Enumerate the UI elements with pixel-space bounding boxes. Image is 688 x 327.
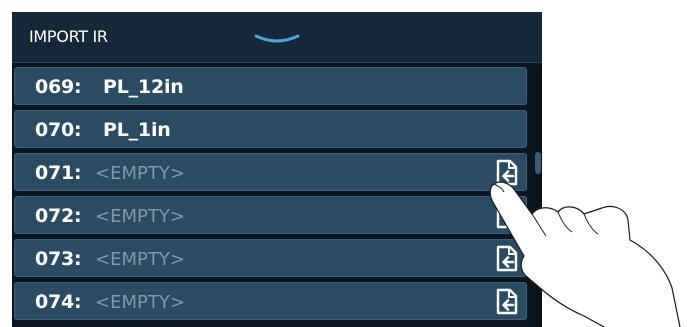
page-title: IMPORT IR <box>29 27 108 46</box>
slot-number: 072: <box>35 205 82 227</box>
ir-slot-row[interactable]: 070: PL_1in <box>14 110 527 148</box>
slot-name: PL_1in <box>103 119 171 141</box>
slot-empty-label: <EMPTY> <box>95 249 185 270</box>
ir-slot-row[interactable]: 069: PL_12in <box>14 67 527 105</box>
pointing-hand-icon <box>489 181 681 327</box>
slot-number: 074: <box>35 291 82 313</box>
slot-empty-label: <EMPTY> <box>95 292 185 313</box>
slot-number: 073: <box>35 248 82 270</box>
ir-slot-row[interactable]: 071: <EMPTY> <box>14 153 527 191</box>
slot-name: PL_12in <box>103 76 184 98</box>
slot-number: 071: <box>35 162 82 184</box>
header-bar: IMPORT IR <box>12 12 542 63</box>
chevron-down-icon[interactable] <box>253 33 301 45</box>
slot-empty-label: <EMPTY> <box>95 163 185 184</box>
slot-number: 069: <box>35 76 82 98</box>
ir-slot-list: 069: PL_12in 070: PL_1in 071: <EMPTY> 07… <box>14 67 529 325</box>
import-ir-panel: IMPORT IR 069: PL_12in 070: PL_1in 071: … <box>12 12 542 327</box>
ir-slot-row[interactable]: 072: <EMPTY> <box>14 196 527 234</box>
slot-empty-label: <EMPTY> <box>95 206 185 227</box>
ir-slot-row[interactable]: 074: <EMPTY> <box>14 282 527 320</box>
slot-number: 070: <box>35 119 82 141</box>
ir-slot-row[interactable]: 073: <EMPTY> <box>14 239 527 277</box>
